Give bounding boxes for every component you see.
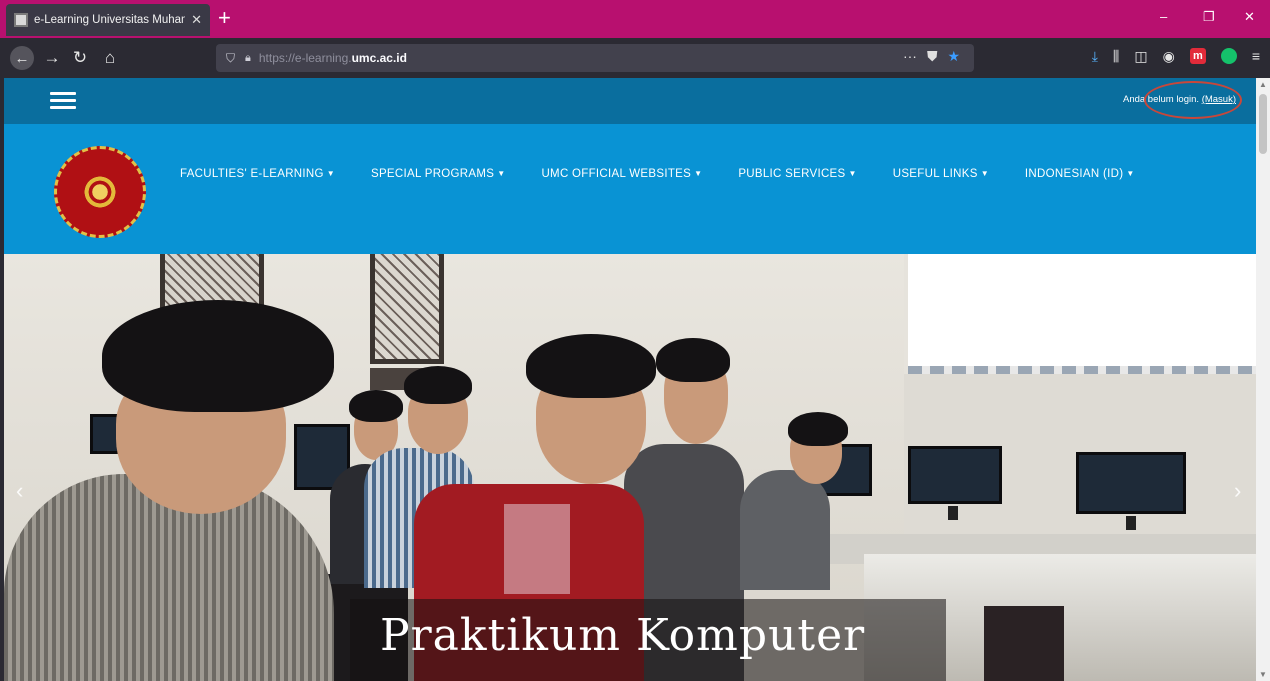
nav-item-useful-links[interactable]: USEFUL LINKS ▼ — [893, 168, 989, 180]
nav-menu: FACULTIES' E-LEARNING ▼ SPECIAL PROGRAMS ▼… — [180, 168, 1171, 180]
nav-item-language[interactable]: INDONESIAN (ID) ▼ — [1025, 168, 1135, 180]
reload-icon[interactable]: ↻ — [68, 46, 92, 70]
page-scrollbar[interactable]: ▲ ▼ — [1256, 78, 1270, 681]
nav-item-faculties-elearning[interactable]: FACULTIES' E-LEARNING ▼ — [180, 168, 335, 180]
nav-item-public-services[interactable]: PUBLIC SERVICES ▼ — [738, 168, 856, 180]
window-minimize-button[interactable]: – — [1160, 9, 1167, 24]
site-favicon-icon — [14, 13, 28, 27]
window-restore-button[interactable]: ❐ — [1203, 9, 1215, 25]
chevron-down-icon: ▼ — [694, 169, 703, 178]
browser-tab-bar: e-Learning Universitas Muhan ✕ + – ❐ ✕ — [0, 0, 1270, 38]
url-domain: umc.ac.id — [351, 51, 407, 65]
tracking-shield-icon[interactable]: ⛉ — [226, 51, 235, 66]
library-icon[interactable]: ⫼ — [1113, 48, 1119, 65]
chevron-down-icon: ▼ — [497, 169, 506, 178]
address-bar[interactable]: ⛉ 🔒︎ https://e-learning. umc.ac.id ··· ⛊… — [216, 44, 974, 72]
login-highlight-circle — [1144, 81, 1242, 119]
logo-emblem-icon — [82, 174, 118, 210]
slider-next-chevron-right-icon[interactable]: › — [1234, 478, 1241, 504]
new-tab-button[interactable]: + — [218, 5, 231, 31]
url-actions: ··· ⛊ ★ — [903, 48, 960, 65]
scroll-thumb[interactable] — [1259, 94, 1267, 154]
bookmark-star-icon[interactable]: ★ — [947, 48, 960, 65]
back-arrow-icon[interactable]: ← — [10, 46, 34, 70]
lock-icon[interactable]: 🔒︎ — [245, 52, 251, 65]
main-navigation: FACULTIES' E-LEARNING ▼ SPECIAL PROGRAMS ▼… — [4, 124, 1256, 254]
slider-prev-chevron-left-icon[interactable]: ‹ — [16, 478, 23, 504]
extension-green-icon[interactable] — [1220, 48, 1237, 64]
extension-red-icon[interactable]: m — [1189, 48, 1206, 64]
toolbar-icons: ⤓ ⫼ ◫ ◉ m ≡ — [1092, 48, 1260, 65]
nav-item-special-programs[interactable]: SPECIAL PROGRAMS ▼ — [371, 168, 505, 180]
nav-item-umc-official-websites[interactable]: UMC OFFICIAL WEBSITES ▼ — [541, 168, 702, 180]
hero-slider: ‹ › Praktikum Komputer — [4, 254, 1256, 681]
browser-toolbar: ← → ↻ ⌂ ⛉ 🔒︎ https://e-learning. umc.ac.… — [0, 38, 1270, 78]
home-icon[interactable]: ⌂ — [98, 46, 122, 70]
scroll-down-arrow-icon[interactable]: ▼ — [1259, 670, 1267, 679]
slide-caption: Praktikum Komputer — [380, 610, 866, 661]
chevron-down-icon: ▼ — [980, 169, 989, 178]
extension-icon[interactable]: ◉ — [1163, 48, 1175, 65]
university-logo[interactable] — [54, 146, 146, 238]
pocket-icon[interactable]: ⛊ — [927, 48, 938, 65]
sidebar-icon[interactable]: ◫ — [1134, 48, 1147, 65]
chevron-down-icon: ▼ — [326, 169, 335, 178]
hamburger-menu-icon[interactable]: ≡ — [1252, 48, 1260, 65]
download-icon[interactable]: ⤓ — [1092, 48, 1098, 65]
top-strip: Anda belum login. (Masuk) — [4, 78, 1256, 124]
window-close-button[interactable]: ✕ — [1244, 9, 1255, 25]
nav-drawer-hamburger-icon[interactable] — [50, 92, 76, 110]
chevron-down-icon: ▼ — [848, 169, 857, 178]
url-prefix: https://e-learning. — [258, 51, 352, 65]
scroll-up-arrow-icon[interactable]: ▲ — [1259, 80, 1267, 89]
page-actions-menu-icon[interactable]: ··· — [903, 48, 917, 65]
tab-title: e-Learning Universitas Muhan — [34, 14, 186, 26]
chevron-down-icon: ▼ — [1126, 169, 1135, 178]
page-viewport: Anda belum login. (Masuk) FACULTIES' E-L… — [4, 78, 1256, 681]
forward-arrow-icon[interactable]: → — [40, 46, 64, 70]
browser-tab-active[interactable]: e-Learning Universitas Muhan ✕ — [6, 4, 210, 36]
tab-close-icon[interactable]: ✕ — [191, 12, 202, 28]
